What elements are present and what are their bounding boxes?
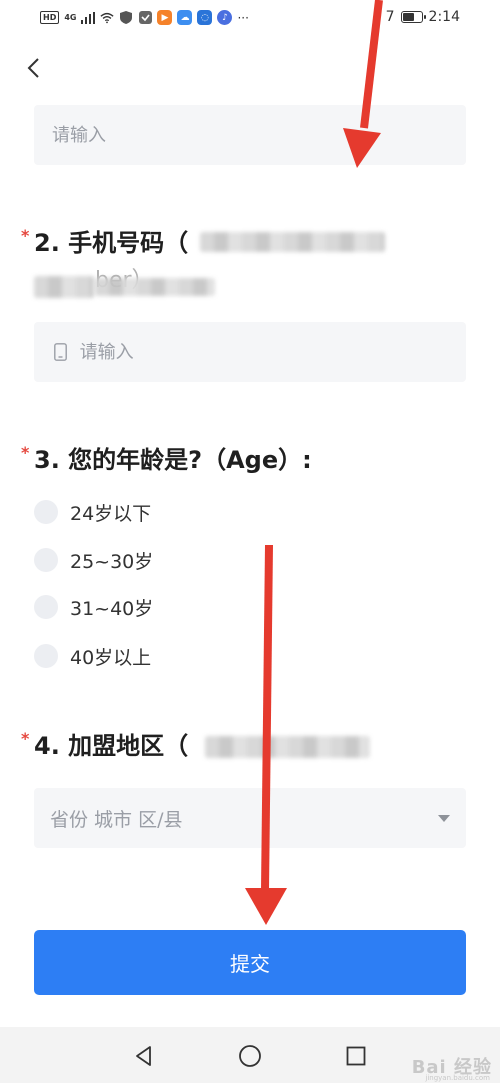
nav-back-icon bbox=[136, 1046, 151, 1066]
status-bar: HD 4G ▶ ☁ ◌ ♪ ··· 7 2:14 bbox=[0, 0, 500, 38]
region-select-placeholder: 省份 城市 区/县 bbox=[50, 808, 183, 831]
q4-title: 4. 加盟地区（ bbox=[34, 732, 189, 760]
nav-home-icon bbox=[239, 1045, 261, 1067]
submit-button[interactable]: 提交 bbox=[34, 930, 466, 995]
arrow-bottom bbox=[245, 544, 287, 925]
q2-title: 2. 手机号码（ bbox=[34, 229, 189, 257]
battery-percent: 7 bbox=[385, 9, 395, 25]
app-store-icon bbox=[138, 11, 152, 25]
chevron-left-icon bbox=[27, 58, 39, 78]
radio-circle[interactable] bbox=[34, 595, 58, 619]
music-app-icon: ♪ bbox=[217, 10, 233, 25]
caret-down-icon bbox=[438, 814, 450, 822]
bulb-app-icon: ◌ bbox=[197, 10, 213, 25]
age-option-over-40[interactable]: 40岁以上 bbox=[34, 641, 151, 671]
nav-back-button[interactable] bbox=[129, 1041, 159, 1071]
q2-required-mark: * bbox=[21, 226, 30, 245]
q1-input-box[interactable] bbox=[34, 105, 466, 165]
phone-input-box[interactable] bbox=[34, 322, 466, 382]
q4-required-mark: * bbox=[21, 729, 30, 748]
battery-fill bbox=[402, 13, 415, 21]
phone-input[interactable] bbox=[67, 341, 466, 363]
phone-icon bbox=[53, 342, 68, 362]
video-app-icon: ▶ bbox=[157, 10, 173, 25]
clock: 2:14 bbox=[428, 9, 460, 25]
system-nav-bar: Bai 经验 jingyan.baidu.com bbox=[0, 1027, 500, 1083]
q1-text-input[interactable] bbox=[34, 124, 466, 146]
back-button[interactable] bbox=[18, 52, 48, 84]
q3-title: 3. 您的年龄是?（Age）: bbox=[34, 446, 312, 474]
region-select[interactable]: 省份 城市 区/县 bbox=[34, 788, 466, 848]
q3-required-mark: * bbox=[21, 443, 30, 462]
more-notifications: ··· bbox=[237, 10, 249, 25]
cloud-app-icon: ☁ bbox=[177, 10, 193, 25]
nav-home-button[interactable] bbox=[235, 1041, 265, 1071]
age-option-under-24[interactable]: 24岁以下 bbox=[34, 497, 151, 527]
shield-icon bbox=[119, 11, 133, 25]
baidu-watermark-url: jingyan.baidu.com bbox=[425, 1074, 490, 1082]
signal-icon bbox=[81, 11, 96, 25]
hd-badge: HD bbox=[40, 11, 60, 24]
battery-icon bbox=[400, 11, 426, 23]
status-right: 7 2:14 bbox=[386, 9, 460, 25]
radio-label: 25~30岁 bbox=[70, 550, 154, 573]
age-option-25-30[interactable]: 25~30岁 bbox=[34, 545, 153, 575]
nav-recent-icon bbox=[346, 1046, 366, 1066]
q2-title-redaction bbox=[200, 232, 385, 252]
radio-label: 24岁以下 bbox=[70, 502, 152, 525]
radio-label: 31~40岁 bbox=[70, 597, 154, 620]
radio-circle[interactable] bbox=[34, 644, 58, 668]
radio-circle[interactable] bbox=[34, 548, 58, 572]
q2-title-redaction-2 bbox=[34, 276, 94, 298]
status-left: HD 4G ▶ ☁ ◌ ♪ ··· bbox=[40, 10, 249, 25]
q2-title-redaction-3 bbox=[95, 278, 215, 296]
nav-recent-button[interactable] bbox=[341, 1041, 371, 1071]
radio-label: 40岁以上 bbox=[70, 646, 152, 669]
radio-circle[interactable] bbox=[34, 500, 58, 524]
network-type: 4G bbox=[64, 13, 77, 22]
age-option-31-40[interactable]: 31~40岁 bbox=[34, 592, 153, 622]
q4-title-redaction bbox=[205, 736, 370, 758]
wifi-icon bbox=[100, 11, 115, 25]
